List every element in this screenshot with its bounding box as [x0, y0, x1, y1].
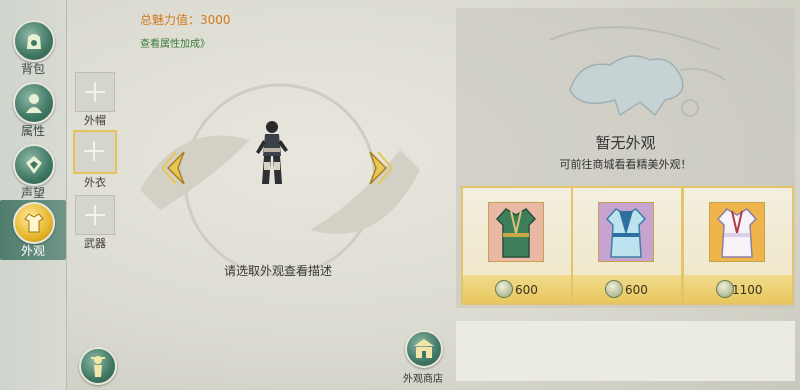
shop-item-card[interactable]: 600 [461, 186, 573, 305]
reputation-icon [26, 156, 42, 174]
blue-robe-icon [598, 202, 654, 262]
nav-item-label: 背包 [20, 62, 45, 76]
shop-item-card[interactable]: 1100 [682, 186, 794, 305]
slot-outfit[interactable] [73, 130, 117, 174]
character-model [256, 121, 288, 184]
empty-appearance-subtitle: 可前往商城看看精美外观！ [559, 158, 692, 171]
character-avatar-button[interactable] [79, 347, 117, 385]
nav-item-attributes[interactable]: 属性 [4, 82, 62, 140]
qilin-emblem [549, 26, 726, 117]
coin-icon [495, 280, 513, 298]
coin-icon [605, 280, 623, 298]
bag-icon [27, 34, 41, 49]
appearance-icon [24, 213, 44, 233]
view-attribute-bonus-link[interactable]: 查看属性加成》 [140, 35, 210, 50]
character-icon [91, 356, 105, 377]
appearance-description-box [456, 321, 795, 381]
slot-weapon-label: 武器 [84, 237, 106, 250]
select-appearance-hint: 请选取外观查看描述 [223, 264, 332, 278]
shop-item-card[interactable]: 600 [571, 186, 683, 305]
background-swirl-decoration [140, 83, 420, 277]
item-price: 600 [515, 283, 538, 297]
empty-appearance-title: 暂无外观 [595, 134, 656, 152]
nav-item-label: 外观 [20, 244, 45, 258]
plus-icon [85, 205, 105, 225]
item-price: 1100 [732, 283, 763, 297]
white-robe-icon [709, 202, 765, 262]
appearance-shop-label: 外观商店 [403, 374, 443, 385]
slot-weapon[interactable] [75, 195, 115, 235]
slot-hat[interactable] [75, 72, 115, 112]
nav-item-bag[interactable]: 背包 [4, 20, 62, 78]
total-charm-value: 总魅力值：3000 [140, 13, 231, 27]
slot-hat-label: 外帽 [84, 114, 106, 127]
slot-outfit-label: 外衣 [84, 176, 106, 189]
appearance-shop-button[interactable] [405, 330, 443, 368]
nav-item-label: 声望 [20, 186, 45, 200]
green-robe-icon [488, 202, 544, 262]
appearance-screen: 背包 属性 声望 外观 总魅力值：3000 查看属性加成》 外帽 外衣 武器 请… [0, 0, 800, 390]
next-arrow-button[interactable] [366, 150, 392, 186]
nav-item-label: 属性 [20, 124, 45, 138]
plus-icon [85, 82, 105, 102]
nav-item-appearance[interactable]: 外观 [0, 200, 66, 260]
previous-arrow-button[interactable] [162, 150, 188, 186]
item-price: 600 [625, 283, 648, 297]
plus-icon [84, 141, 104, 161]
nav-item-reputation[interactable]: 声望 [4, 144, 62, 202]
shop-icon [414, 339, 434, 358]
attributes-icon [26, 94, 42, 113]
